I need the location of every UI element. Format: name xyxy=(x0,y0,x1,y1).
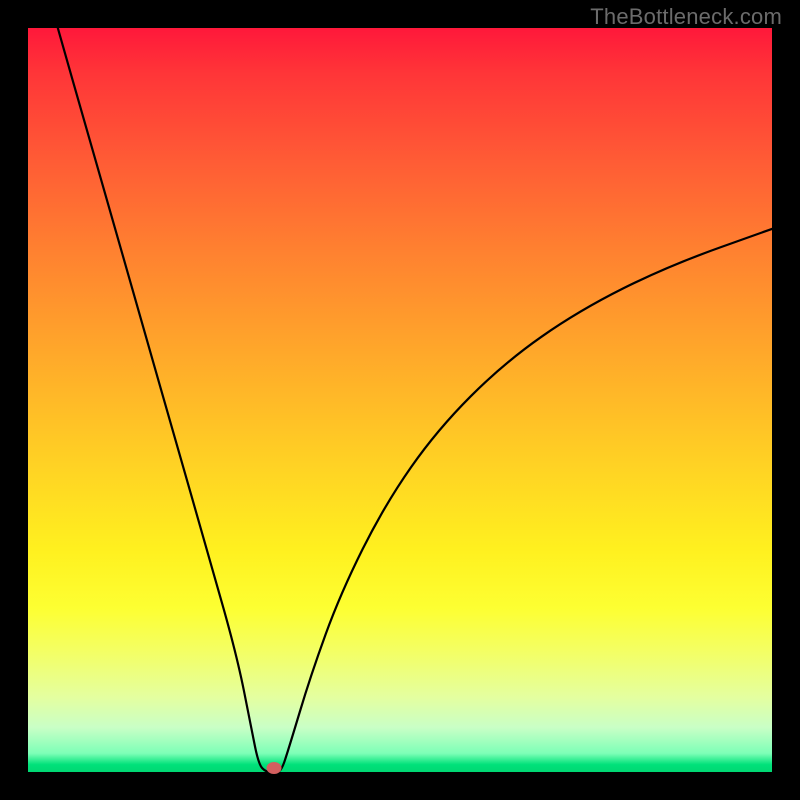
chart-frame: TheBottleneck.com xyxy=(0,0,800,800)
minimum-marker xyxy=(266,762,281,774)
watermark-text: TheBottleneck.com xyxy=(590,4,782,30)
bottleneck-curve xyxy=(28,28,772,772)
curve-path xyxy=(58,28,772,772)
